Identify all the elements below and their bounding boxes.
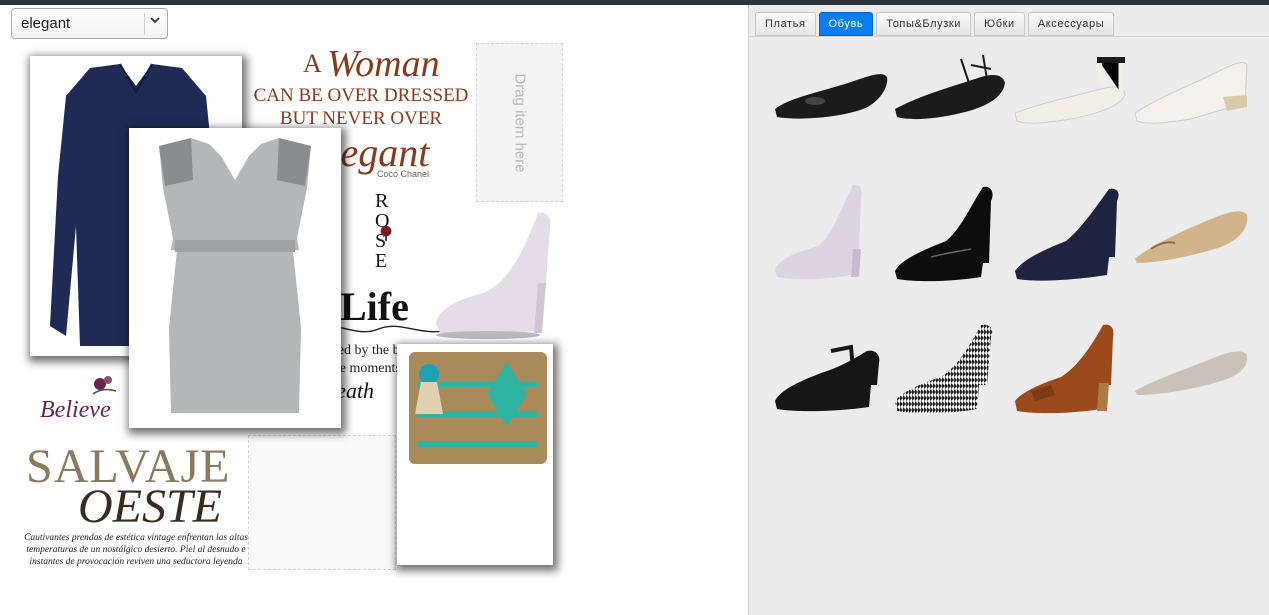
quote-line2: CAN BE OVER DRESSED — [253, 85, 469, 106]
black-loafer-icon — [775, 74, 888, 119]
catalog-panel: Платья Обувь Топы&Блузки Юбки Аксессуары — [748, 5, 1269, 615]
quote-line3: BUT NEVER OVER — [279, 108, 443, 129]
grey-dress-item[interactable] — [129, 128, 341, 428]
lilac-platform-pump-icon — [775, 184, 862, 280]
shoe-item-12[interactable] — [1131, 311, 1251, 416]
drop-slot-label: Drag item here — [511, 72, 528, 173]
salvaje-title2: OESTE — [78, 480, 222, 533]
beige-ballerina-icon — [1135, 211, 1248, 263]
houndstooth-pump-icon — [895, 324, 993, 414]
rose-icon — [380, 225, 392, 241]
embroidered-clutch-image — [409, 352, 547, 464]
lilac-pump-image — [436, 212, 551, 339]
black-patent-pump-icon — [895, 186, 993, 282]
white-wedge-icon — [1134, 62, 1248, 124]
collage-template-value: elegant — [21, 15, 71, 32]
shoe-item-5[interactable] — [771, 179, 891, 284]
believe-image[interactable]: Believe — [22, 367, 132, 429]
empty-slot[interactable] — [248, 435, 396, 570]
shoe-item-4[interactable] — [1131, 47, 1251, 152]
chevron-down-icon[interactable] — [149, 14, 161, 26]
flower-ornament-icon — [92, 376, 117, 395]
brown-fringe-pump-icon — [1015, 324, 1114, 414]
grey-ballerina-icon — [1135, 351, 1248, 395]
shoe-item-2[interactable] — [891, 47, 1011, 152]
tab-dresses[interactable]: Платья — [755, 12, 816, 36]
collage-canvas[interactable]: elegant Drag item here A Woman CAN BE OV… — [0, 5, 748, 615]
salvaje-body: Cautivantes prendas de estética vintage … — [24, 533, 248, 567]
lilac-pump-item[interactable] — [428, 203, 558, 343]
embroidered-clutch-item[interactable] — [397, 344, 553, 565]
black-lace-up-flat-icon — [895, 54, 1005, 120]
shoe-item-7[interactable] — [1011, 179, 1131, 284]
shoe-item-8[interactable] — [1131, 179, 1251, 284]
grey-dress-image — [159, 138, 311, 413]
quote-line1-a: A — [303, 49, 322, 78]
tab-shoes[interactable]: Обувь — [818, 12, 874, 36]
select-divider — [144, 13, 145, 35]
shoe-item-9[interactable] — [771, 311, 891, 416]
quote-author: Coco Chanel — [377, 169, 430, 179]
black-mary-jane-icon — [775, 344, 880, 412]
tab-tops-blouses[interactable]: Топы&Блузки — [876, 12, 972, 36]
rose-text-image[interactable]: R O S E — [365, 187, 421, 273]
shoe-item-6[interactable] — [891, 179, 1011, 284]
navy-suede-pump-icon — [1015, 188, 1119, 281]
white-ankle-strap-flat-icon — [1014, 56, 1126, 124]
tab-skirts[interactable]: Юбки — [974, 12, 1025, 36]
category-tabs: Платья Обувь Топы&Блузки Юбки Аксессуары — [755, 12, 1115, 36]
shoe-item-1[interactable] — [771, 47, 891, 152]
shoe-item-11[interactable] — [1011, 311, 1131, 416]
shoe-item-3[interactable] — [1011, 47, 1131, 152]
quote-line1-b: Woman — [327, 43, 440, 85]
tab-accessories[interactable]: Аксессуары — [1027, 12, 1115, 36]
tab-divider — [749, 36, 1269, 37]
salvaje-oeste-image[interactable]: SALVAJE OESTE Cautivantes prendas de est… — [22, 443, 250, 571]
believe-word: Believe — [40, 397, 111, 423]
collage-template-select[interactable]: elegant — [11, 8, 168, 39]
drop-slot[interactable]: Drag item here — [476, 43, 563, 202]
shoe-item-10[interactable] — [891, 311, 1011, 416]
